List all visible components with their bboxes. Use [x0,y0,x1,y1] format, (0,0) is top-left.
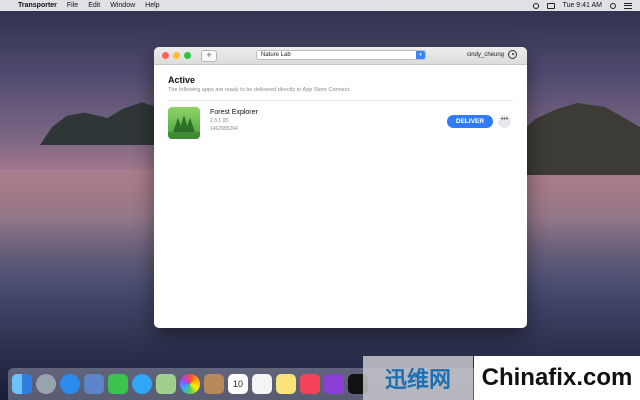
notes-icon[interactable] [276,374,296,394]
team-select[interactable]: Nature Lab ▾ [256,50,426,60]
account-menu[interactable]: cindy_cheung [467,50,517,59]
minimize-button[interactable] [173,52,180,59]
preview-icon[interactable] [84,374,104,394]
fullscreen-button[interactable] [184,52,191,59]
app-name: Forest Explorer [210,109,258,116]
user-icon [508,50,517,59]
reminders-icon[interactable] [252,374,272,394]
section-subtitle: The following apps are ready to be deliv… [168,87,351,93]
watermark-right: Chinafix.com [474,356,640,400]
main-content: Active The following apps are ready to b… [154,65,527,151]
messages-icon[interactable] [132,374,152,394]
menu-edit[interactable]: Edit [88,2,100,9]
tree-icon [185,118,195,132]
calendar-icon[interactable]: 10 [228,374,248,394]
calendar-day: 10 [232,379,243,389]
menu-clock[interactable]: Tue 9:41 AM [563,2,602,9]
chevron-updown-icon: ▾ [416,51,425,59]
close-button[interactable] [162,52,169,59]
menu-file[interactable]: File [67,2,78,9]
launchpad-icon[interactable] [36,374,56,394]
ground-shape [168,132,200,139]
music-icon[interactable] [300,374,320,394]
app-row[interactable]: Forest Explorer 2.3.1 (8) 1462985264 DEL… [168,107,513,143]
add-app-button[interactable]: + [201,49,217,62]
contacts-icon[interactable] [204,374,224,394]
app-id: 1462985264 [210,126,238,132]
section-title: Active [168,75,196,85]
divider [168,100,513,101]
facetime-icon[interactable] [108,374,128,394]
account-name: cindy_cheung [466,51,504,58]
podcasts-icon[interactable] [324,374,344,394]
photos-icon[interactable] [180,374,200,394]
more-options-button[interactable]: ••• [498,115,511,128]
menu-app-name[interactable]: Transporter [18,2,57,9]
maps-icon[interactable] [156,374,176,394]
menu-bar: Transporter File Edit Window Help Tue 9:… [0,0,640,11]
spotlight-icon[interactable] [610,2,616,9]
transporter-window: + Nature Lab ▾ cindy_cheung Active The f… [154,47,527,328]
battery-icon[interactable] [546,2,555,9]
menu-help[interactable]: Help [145,2,159,9]
app-version: 2.3.1 (8) [210,118,229,124]
app-info: Forest Explorer 2.3.1 (8) 1462985264 [210,109,258,132]
menu-window[interactable]: Window [110,2,135,9]
watermark-left: 迅维网 [363,356,473,400]
finder-icon[interactable] [12,374,32,394]
wifi-icon[interactable] [532,2,539,9]
safari-icon[interactable] [60,374,80,394]
forest-app-icon [168,107,200,139]
notification-center-icon[interactable] [624,2,632,9]
window-titlebar: + Nature Lab ▾ cindy_cheung [154,47,527,65]
deliver-button[interactable]: DELIVER [447,115,493,128]
window-controls [154,52,191,59]
team-select-value: Nature Lab [261,52,291,58]
